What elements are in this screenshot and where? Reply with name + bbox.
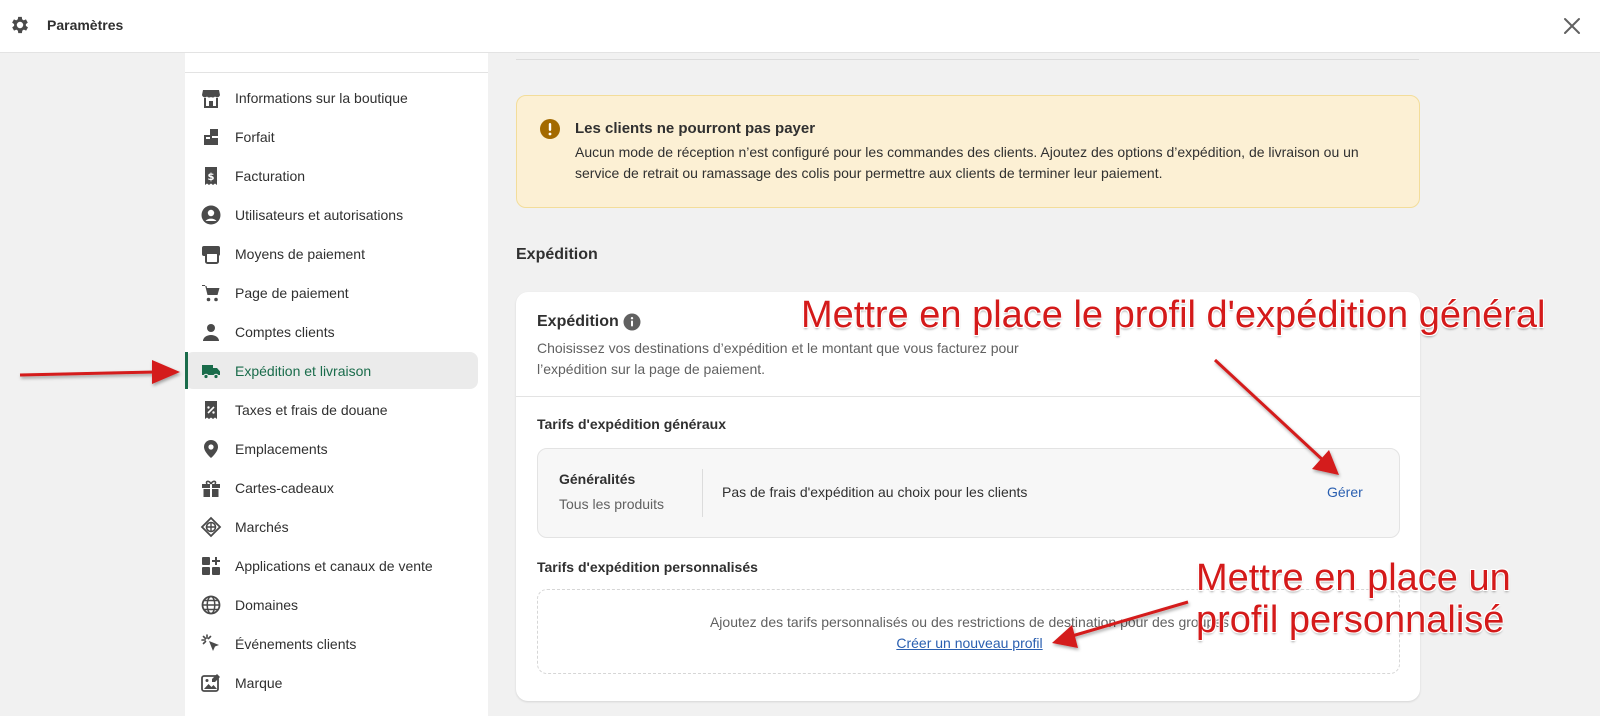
sidebar-item-label: Comptes clients <box>235 324 335 340</box>
plan-icon <box>204 129 218 145</box>
sidebar-item-label: Expédition et livraison <box>235 363 372 379</box>
sidebar-item-label: Facturation <box>235 168 306 184</box>
sidebar-item-brand[interactable]: Marque <box>185 664 478 701</box>
sidebar-item-markets[interactable]: Marchés <box>185 508 478 545</box>
user-circle-icon <box>201 205 221 225</box>
sidebar-item-customer-events[interactable]: Événements clients <box>185 625 478 662</box>
settings-sidebar: Informations sur la boutique Forfait $ F… <box>185 53 488 716</box>
sidebar-item-checkout[interactable]: Page de paiement <box>185 274 478 311</box>
annotation-line: Mettre en place un <box>1196 557 1511 599</box>
sidebar-item-label: Applications et canaux de vente <box>235 558 433 574</box>
sidebar-item-shipping[interactable]: Expédition et livraison <box>185 352 478 389</box>
tax-icon <box>205 401 217 419</box>
sidebar-item-label: Marchés <box>235 519 289 535</box>
close-icon[interactable] <box>1560 14 1584 38</box>
annotation-general-profile: Mettre en place le profil d'expédition g… <box>801 294 1546 336</box>
profile-name: Généralités <box>559 471 636 487</box>
sidebar-item-taxes[interactable]: Taxes et frais de douane <box>185 391 478 428</box>
gift-icon <box>202 480 220 497</box>
sidebar-item-payments[interactable]: Moyens de paiement <box>185 235 478 272</box>
apps-icon <box>202 557 220 575</box>
sidebar-item-label: Marque <box>235 675 283 691</box>
sidebar-item-label: Emplacements <box>235 441 328 457</box>
profile-divider <box>702 469 703 517</box>
location-pin-icon <box>204 440 218 458</box>
sidebar-item-label: Page de paiement <box>235 285 349 301</box>
card-title: Expédition <box>537 313 619 330</box>
sidebar-item-label: Domaines <box>235 597 299 613</box>
arrow-to-shipping-nav <box>19 360 180 384</box>
truck-icon <box>202 365 220 380</box>
settings-topbar: Paramètres <box>0 0 1600 53</box>
alert-icon <box>540 119 560 139</box>
sidebar-item-customer-accounts[interactable]: Comptes clients <box>185 313 478 350</box>
globe-markets-icon <box>200 516 222 538</box>
info-icon[interactable] <box>623 313 641 331</box>
person-icon <box>203 324 219 341</box>
sidebar-item-label: Utilisateurs et autorisations <box>235 207 404 223</box>
section-title: Expédition <box>516 246 598 263</box>
billing-icon: $ <box>205 167 217 185</box>
profile-description: Pas de frais d'expédition au choix pour … <box>722 484 1028 500</box>
sidebar-item-store-info[interactable]: Informations sur la boutique <box>185 79 478 116</box>
sidebar-item-label: Moyens de paiement <box>235 246 365 262</box>
page-title: Paramètres <box>47 17 124 33</box>
sidebar-item-label: Événements clients <box>235 636 357 652</box>
banner-text: Aucun mode de réception n’est configuré … <box>575 144 1359 181</box>
banner-title: Les clients ne pourront pas payer <box>575 120 816 137</box>
sidebar-item-label: Cartes-cadeaux <box>235 480 334 496</box>
sidebar-item-plan[interactable]: Forfait <box>185 118 478 155</box>
content-divider <box>516 59 1419 60</box>
store-icon <box>202 90 220 108</box>
cursor-click-icon <box>201 634 219 651</box>
card-divider <box>516 396 1420 397</box>
gear-icon <box>12 16 28 34</box>
sidebar-item-label: Taxes et frais de douane <box>235 402 388 418</box>
svg-text:$: $ <box>208 172 215 183</box>
manage-button[interactable]: Gérer <box>1327 484 1363 500</box>
sidebar-item-label: Forfait <box>235 129 275 145</box>
payments-icon <box>202 246 220 264</box>
sidebar-item-domains[interactable]: Domaines <box>185 586 478 623</box>
general-rates-title: Tarifs d'expédition généraux <box>537 416 726 432</box>
warning-banner: Les clients ne pourront pas payer Aucun … <box>516 95 1420 208</box>
sidebar-item-billing[interactable]: $ Facturation <box>185 157 478 194</box>
annotation-line: profil personnalisé <box>1196 599 1505 641</box>
annotation-custom-profile: Mettre en place un profil personnalisé <box>1196 557 1511 641</box>
globe-icon <box>201 595 221 615</box>
sidebar-item-gift-cards[interactable]: Cartes-cadeaux <box>185 469 478 506</box>
sidebar-divider <box>185 72 488 73</box>
profile-scope: Tous les produits <box>559 496 665 512</box>
custom-rates-title: Tarifs d'expédition personnalisés <box>537 559 758 575</box>
sidebar-item-label: Informations sur la boutique <box>235 90 408 106</box>
brand-image-icon <box>201 674 220 692</box>
sidebar-item-locations[interactable]: Emplacements <box>185 430 478 467</box>
sidebar-item-apps[interactable]: Applications et canaux de vente <box>185 547 478 584</box>
sidebar-item-users[interactable]: Utilisateurs et autorisations <box>185 196 478 233</box>
card-description: Choisissez vos destinations d’expédition… <box>537 340 1019 377</box>
general-profile-row: Généralités Tous les produits Pas de fra… <box>537 448 1400 538</box>
cart-icon <box>202 285 220 302</box>
